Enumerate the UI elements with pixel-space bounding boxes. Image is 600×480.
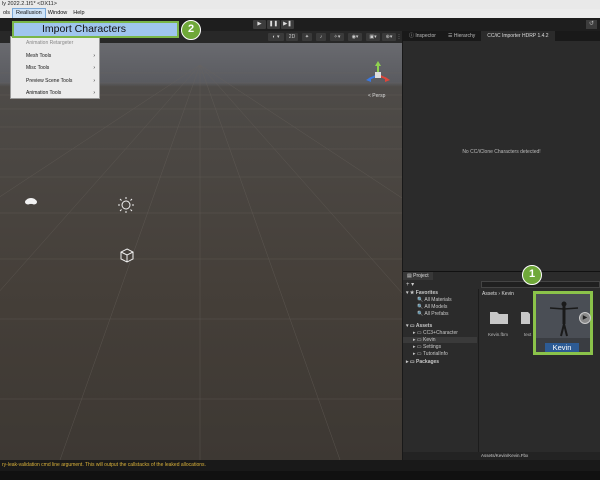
tree-packages[interactable]: ▸ ▭ Packages bbox=[406, 359, 439, 365]
tree-item[interactable]: ▸ ▭ Settings bbox=[413, 344, 441, 350]
folder-label: text bbox=[524, 332, 532, 337]
folder-icon[interactable] bbox=[489, 309, 509, 325]
menu-item-animation-retargeter[interactable]: Animation Retargeter bbox=[11, 37, 99, 50]
expand-asset-icon[interactable]: ▶ bbox=[579, 312, 591, 324]
tab-cc-importer[interactable]: CC/iC Importer HDRP 1.4.2 bbox=[481, 31, 555, 41]
orientation-gizmo-icon bbox=[366, 61, 390, 82]
tab-project[interactable]: ▤ Project bbox=[403, 272, 433, 280]
pause-button[interactable]: ❚❚ bbox=[267, 20, 280, 29]
inspector-panel: ⓘ Inspector ☰ Hierarchy CC/iC Importer H… bbox=[403, 31, 600, 271]
kevin-asset-label: Kevin bbox=[545, 343, 579, 352]
menu-reallusion[interactable]: Reallusion bbox=[12, 8, 46, 19]
play-button[interactable]: ▶ bbox=[253, 20, 266, 29]
undo-history-button[interactable]: ↺ bbox=[586, 20, 597, 29]
menu-window[interactable]: Window bbox=[45, 9, 71, 18]
bottom-bar bbox=[0, 471, 600, 480]
tab-hierarchy[interactable]: ☰ Hierarchy bbox=[442, 31, 481, 41]
menu-help[interactable]: Help bbox=[70, 9, 87, 18]
menu-tools[interactable]: ols bbox=[0, 9, 13, 18]
gizmos-icon[interactable]: ⊕▾ bbox=[382, 33, 396, 41]
step-button[interactable]: ▶❚ bbox=[281, 20, 294, 29]
tree-assets[interactable]: ▾ ▭ Assets bbox=[406, 323, 432, 329]
submenu-arrow-icon: › bbox=[93, 90, 95, 97]
play-controls: ▶ ❚❚ ▶❚ bbox=[253, 20, 294, 29]
menu-bar: ols Reallusion Window Help bbox=[0, 8, 600, 19]
folder-icon[interactable] bbox=[520, 309, 530, 325]
menu-item-preview-scene-tools[interactable]: Preview Scene Tools › bbox=[11, 75, 99, 88]
effects-toggle-icon[interactable]: ✧▾ bbox=[330, 33, 344, 41]
breadcrumb[interactable]: Assets › Kevin bbox=[482, 291, 514, 297]
more-icon[interactable]: ⋮ bbox=[396, 33, 402, 41]
lighting-toggle-icon[interactable]: ✦ bbox=[302, 33, 312, 41]
project-search-input[interactable] bbox=[481, 281, 600, 288]
shading-mode-button[interactable]: ◐ ▾ bbox=[268, 33, 284, 41]
create-asset-button[interactable]: + ▾ bbox=[406, 281, 414, 288]
tree-item[interactable]: 🔍 All Prefabs bbox=[417, 311, 449, 317]
submenu-arrow-icon: › bbox=[93, 65, 95, 72]
perspective-label[interactable]: < Persp bbox=[368, 93, 385, 99]
step-1-badge: 1 bbox=[522, 265, 542, 285]
tree-item[interactable]: ▸ ▭ CC3+Character bbox=[413, 330, 458, 336]
tree-favorites[interactable]: ▾ ★ Favorites bbox=[406, 290, 438, 296]
asset-path-bar: Assets/Kevin/Kevin.Fbx bbox=[403, 452, 600, 460]
right-panel-tabs: ⓘ Inspector ☰ Hierarchy CC/iC Importer H… bbox=[403, 31, 600, 41]
asset-path: Assets/Kevin/Kevin.Fbx bbox=[481, 453, 529, 458]
cc-importer-message: No CC/iClone Characters detected! bbox=[462, 149, 541, 155]
menu-item-mesh-tools[interactable]: Mesh Tools › bbox=[11, 50, 99, 63]
menu-item-animation-tools[interactable]: Animation Tools › bbox=[11, 87, 99, 100]
window-title: ly 2022.2.1f1* <DX11> bbox=[0, 0, 600, 9]
tree-item[interactable]: ▸ ▭ TutorialInfo bbox=[413, 351, 448, 357]
step-2-badge: 2 bbox=[181, 20, 201, 40]
tab-inspector[interactable]: ⓘ Inspector bbox=[403, 31, 442, 41]
tree-item-selected[interactable]: ▸ ▭ Kevin bbox=[403, 337, 477, 343]
menu-item-misc-tools[interactable]: Misc Tools › bbox=[11, 62, 99, 75]
scene-grid bbox=[0, 61, 402, 460]
audio-toggle-icon[interactable]: ♪ bbox=[316, 33, 326, 41]
folder-label: Kevin.fbm bbox=[488, 332, 509, 337]
2d-toggle[interactable]: 2D bbox=[286, 33, 298, 41]
hidden-objects-icon[interactable]: ◉▾ bbox=[348, 33, 362, 41]
console-status[interactable]: ry-leak-validation cmd line argument. Th… bbox=[0, 460, 600, 471]
project-tree: ▾ ★ Favorites 🔍 All Materials 🔍 All Mode… bbox=[403, 289, 479, 453]
submenu-arrow-icon: › bbox=[93, 77, 95, 84]
menu-item-import-characters[interactable]: Import Characters bbox=[12, 21, 179, 38]
reallusion-menu: Animation Retargeter Mesh Tools › Misc To… bbox=[10, 36, 100, 99]
cloud-icon bbox=[25, 198, 37, 205]
directional-light-icon bbox=[118, 197, 134, 213]
submenu-arrow-icon: › bbox=[93, 52, 95, 59]
tree-item[interactable]: 🔍 All Materials bbox=[417, 297, 452, 303]
cube-object-icon bbox=[120, 248, 134, 263]
tree-item[interactable]: 🔍 All Models bbox=[417, 304, 447, 310]
camera-settings-icon[interactable]: ▣▾ bbox=[366, 33, 380, 41]
